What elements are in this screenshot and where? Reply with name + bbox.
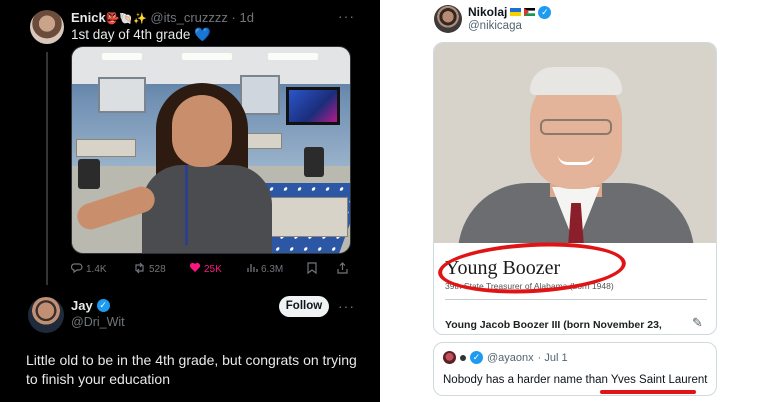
divider (445, 299, 707, 300)
more-options-icon[interactable]: ··· (338, 298, 355, 314)
retweet-count: 528 (149, 264, 166, 275)
views-action[interactable]: 6.3M (247, 262, 283, 276)
tweet-text: 1st day of 4th grade 💙 (71, 27, 211, 43)
wikipedia-screenshot-card[interactable]: Young Boozer 39th State Treasurer of Ala… (433, 42, 717, 335)
author-name[interactable]: Enick (71, 10, 106, 25)
meme-composite: Enick👺🐚✨ @its_cruzzzz · 1d ··· 1st day o… (0, 0, 768, 402)
bookmark-icon[interactable] (307, 262, 317, 274)
author-name[interactable]: Jay (71, 298, 93, 313)
verified-icon: ✓ (538, 5, 552, 19)
reply-icon (70, 262, 83, 277)
photo-whiteboard (98, 77, 146, 113)
like-count: 25K (204, 263, 222, 275)
avatar[interactable] (443, 351, 456, 364)
ukraine-flag-icon (510, 8, 522, 16)
tweet-author: Nikolaj ✓ (468, 5, 552, 19)
red-underline-annotation (600, 390, 696, 394)
more-options-icon[interactable]: ··· (338, 8, 355, 24)
status-dot-icon (460, 354, 466, 361)
retweet-icon (133, 262, 146, 277)
portrait-glasses (540, 119, 612, 135)
share-icon[interactable] (337, 262, 348, 274)
tweet-header: Enick👺🐚✨ @its_cruzzzz · 1d (71, 10, 254, 25)
author-handle[interactable]: @nikicaga (468, 20, 522, 32)
portrait-hair (530, 67, 622, 95)
quoted-tweet-header: ✓ @ayaonx · Jul 1 (443, 351, 568, 364)
light-tweet-panel: Nikolaj ✓ @nikicaga Young Boozer 39th St… (380, 0, 768, 402)
like-action[interactable]: 25K (189, 262, 222, 276)
author-name[interactable]: Nikolaj (468, 5, 507, 19)
edit-pencil-icon[interactable]: ✎ (692, 315, 703, 331)
blue-heart-emoji: 💙 (194, 27, 211, 42)
portrait-photo (434, 43, 716, 243)
thread-connector-line (46, 52, 48, 285)
portrait-smile (558, 155, 594, 165)
author-handle[interactable]: @ayaonx (487, 352, 534, 364)
author-handle[interactable]: @its_cruzzzz (150, 10, 228, 25)
dark-tweet-panel: Enick👺🐚✨ @its_cruzzzz · 1d ··· 1st day o… (0, 0, 380, 402)
reply-author: Jay ✓ (71, 298, 110, 313)
article-first-line: Young Jacob Boozer III (born November 23… (445, 319, 662, 331)
photo-bulletin-board (240, 75, 280, 115)
photo-ceiling-light (182, 53, 232, 60)
photo-desk (268, 197, 348, 237)
verified-icon: ✓ (470, 351, 483, 364)
avatar[interactable] (30, 10, 64, 44)
author-handle[interactable]: @Dri_Wit (71, 315, 125, 329)
avatar[interactable] (28, 297, 64, 333)
reply-action[interactable]: 1.4K (70, 262, 107, 277)
tweet-time[interactable]: · 1d (232, 10, 254, 25)
quoted-tweet[interactable]: ✓ @ayaonx · Jul 1 Nobody has a harder na… (433, 342, 717, 396)
tweet-action-bar: 1.4K 528 25K 6.3M (70, 262, 351, 278)
tweet-photo[interactable] (71, 46, 351, 254)
retweet-action[interactable]: 528 (133, 262, 166, 277)
photo-chair (304, 147, 324, 177)
avatar[interactable] (434, 5, 462, 33)
palestine-flag-icon (524, 8, 536, 16)
tweet-text-content: 1st day of 4th grade (71, 27, 191, 42)
photo-person-shirt (142, 165, 272, 253)
photo-desk (76, 139, 136, 157)
verified-icon: ✓ (96, 299, 110, 312)
photo-ceiling-light (268, 53, 318, 60)
photo-chair (78, 159, 100, 189)
heart-icon (189, 262, 201, 276)
views-count: 6.3M (261, 263, 284, 275)
photo-lanyard (185, 165, 188, 245)
tweet-time[interactable]: · Jul 1 (538, 352, 568, 364)
quoted-tweet-text: Nobody has a harder name than Yves Saint… (443, 374, 708, 386)
author-emoji: 👺🐚✨ (105, 13, 147, 25)
photo-ceiling-light (102, 53, 142, 60)
reply-text: Little old to be in the 4th grade, but c… (26, 352, 357, 387)
views-icon (247, 262, 258, 276)
photo-tv-screen (286, 87, 340, 125)
photo-person-face (172, 95, 232, 167)
reply-count: 1.4K (86, 264, 107, 275)
follow-button[interactable]: Follow (279, 296, 329, 317)
